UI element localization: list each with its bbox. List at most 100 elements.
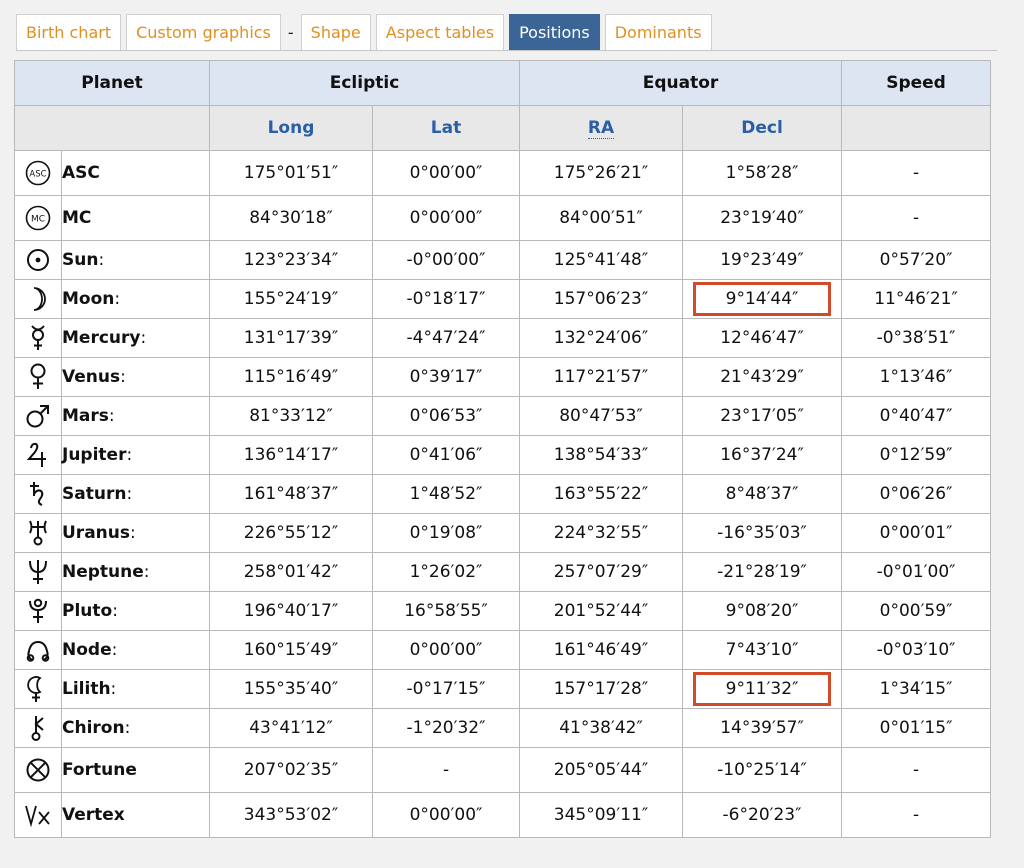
table-row: Mars: 81°33′12″ 0°06′53″ 80°47′53″ 23°17′05″…	[14, 396, 992, 436]
ecliptic-long-cell: 123°23′34″	[209, 240, 373, 280]
tab-aspect-tables[interactable]: Aspect tables	[375, 14, 505, 50]
tab-shape[interactable]: Shape	[300, 14, 371, 50]
decl-highlight-box: 9°14′44″	[692, 282, 832, 316]
ecliptic-lat-cell: 1°26′02″	[371, 552, 521, 592]
decl-value: 21°43′29″	[720, 367, 804, 387]
speed-cell: 1°13′46″	[841, 357, 992, 397]
equator-decl-cell: -16°35′03″	[682, 513, 843, 553]
planet-colon: :	[114, 289, 121, 309]
equator-decl-cell: 9°08′20″	[682, 591, 843, 631]
subheader-long: Long	[209, 105, 373, 151]
equator-decl-cell: 21°43′29″	[682, 357, 843, 397]
speed-cell: -0°38′51″	[841, 318, 992, 358]
speed-cell: 0°57′20″	[841, 240, 992, 280]
ecliptic-long-cell: 115°16′49″	[209, 357, 373, 397]
planet-colon: :	[108, 406, 115, 426]
speed-cell: 0°01′15″	[841, 708, 992, 748]
ecliptic-long-cell: 207°02′35″	[209, 747, 373, 793]
table-row: Mercury: 131°17′39″ -4°47′24″ 132°24′06″ 12°…	[14, 318, 992, 358]
planet-name-cell: Neptune:	[61, 552, 210, 592]
speed-cell: 0°12′59″	[841, 435, 992, 475]
equator-decl-cell: 16°37′24″	[682, 435, 843, 475]
table-row: ASC ASC 175°01′51″ 0°00′00″ 175°26′21″ 1°58′2…	[14, 150, 992, 196]
ecliptic-long-cell: 43°41′12″	[209, 708, 373, 748]
ecliptic-lat-cell: 0°19′08″	[371, 513, 521, 553]
tab-positions[interactable]: Positions	[509, 14, 600, 50]
ecliptic-lat-cell: -4°47′24″	[371, 318, 521, 358]
speed-cell: 0°40′47″	[841, 396, 992, 436]
ecliptic-lat-cell: 0°00′00″	[371, 195, 521, 241]
planet-name: Moon	[62, 289, 115, 309]
equator-decl-cell: 19°23′49″	[682, 240, 843, 280]
planet-name-cell: Fortune	[61, 747, 210, 793]
planet-name: Vertex	[62, 805, 125, 825]
planet-name: Mercury	[62, 328, 141, 348]
subheader-empty	[14, 105, 210, 151]
ecliptic-lat-cell: 1°48′52″	[371, 474, 521, 514]
speed-cell: -	[841, 792, 992, 838]
positions-table: Planet Ecliptic Equator Speed Long Lat R…	[14, 60, 992, 838]
table-row: Lilith: 155°35′40″ -0°17′15″ 157°17′28″ 9°11…	[14, 669, 992, 709]
uranus-icon	[14, 513, 62, 553]
planet-name-cell: Moon:	[61, 279, 210, 319]
tab-dominants[interactable]: Dominants	[604, 14, 712, 50]
mercury-icon	[14, 318, 62, 358]
speed-cell: 0°00′01″	[841, 513, 992, 553]
equator-ra-cell: 345°09′11″	[519, 792, 684, 838]
speed-cell: -0°03′10″	[841, 630, 992, 670]
ra-abbreviation[interactable]: RA	[587, 118, 615, 139]
venus-icon	[14, 357, 62, 397]
decl-value: -10°25′14″	[717, 760, 807, 780]
ecliptic-long-cell: 175°01′51″	[209, 150, 373, 196]
table-row: Neptune: 258°01′42″ 1°26′02″ 257°07′29″ -21°…	[14, 552, 992, 592]
equator-decl-cell: 8°48′37″	[682, 474, 843, 514]
ecliptic-long-cell: 136°14′17″	[209, 435, 373, 475]
tab-custom-graphics[interactable]: Custom graphics	[126, 14, 281, 50]
equator-ra-cell: 163°55′22″	[519, 474, 684, 514]
saturn-icon	[14, 474, 62, 514]
table-row: Chiron: 43°41′12″ -1°20′32″ 41°38′42″ 14°39′…	[14, 708, 992, 748]
decl-value: 9°08′20″	[725, 601, 799, 621]
ecliptic-lat-cell: -	[371, 747, 521, 793]
planet-colon: :	[124, 718, 131, 738]
ecliptic-lat-cell: 0°06′53″	[371, 396, 521, 436]
planet-name: Sun	[62, 250, 99, 270]
vertex-icon	[14, 792, 62, 838]
planet-name: Venus	[62, 367, 121, 387]
table-row: Saturn: 161°48′37″ 1°48′52″ 163°55′22″ 8°48′…	[14, 474, 992, 514]
header-speed: Speed	[841, 60, 992, 106]
planet-name: Chiron	[62, 718, 125, 738]
equator-ra-cell: 161°46′49″	[519, 630, 684, 670]
planet-name: ASC	[62, 163, 100, 183]
planet-name: Lilith	[62, 679, 111, 699]
ecliptic-lat-cell: 0°41′06″	[371, 435, 521, 475]
equator-decl-cell: 1°58′28″	[682, 150, 843, 196]
tab-underline	[16, 50, 997, 51]
equator-decl-cell: 9°11′32″	[682, 669, 843, 709]
equator-ra-cell: 132°24′06″	[519, 318, 684, 358]
equator-decl-cell: 9°14′44″	[682, 279, 843, 319]
speed-cell: -	[841, 195, 992, 241]
planet-colon: :	[110, 679, 117, 699]
ecliptic-long-cell: 131°17′39″	[209, 318, 373, 358]
planet-colon: :	[120, 367, 126, 387]
planet-name-cell: Pluto:	[61, 591, 210, 631]
ecliptic-lat-cell: 0°39′17″	[371, 357, 521, 397]
decl-value: 12°46′47″	[720, 328, 804, 348]
decl-value: -6°20′23″	[722, 805, 802, 825]
subheader-ra[interactable]: RA	[519, 105, 684, 151]
svg-text:MC: MC	[31, 214, 45, 224]
ecliptic-lat-cell: 0°00′00″	[371, 792, 521, 838]
svg-text:ASC: ASC	[29, 169, 46, 179]
asc-icon: ASC	[14, 150, 62, 196]
ecliptic-long-cell: 155°35′40″	[209, 669, 373, 709]
planet-colon: :	[143, 562, 150, 582]
decl-value: 16°37′24″	[720, 445, 804, 465]
equator-ra-cell: 41°38′42″	[519, 708, 684, 748]
ecliptic-lat-cell: -0°18′17″	[371, 279, 521, 319]
tab-birth-chart[interactable]: Birth chart	[16, 14, 122, 50]
planet-name: Fortune	[62, 760, 137, 780]
ecliptic-long-cell: 226°55′12″	[209, 513, 373, 553]
planet-colon: :	[129, 523, 136, 543]
equator-ra-cell: 157°06′23″	[519, 279, 684, 319]
